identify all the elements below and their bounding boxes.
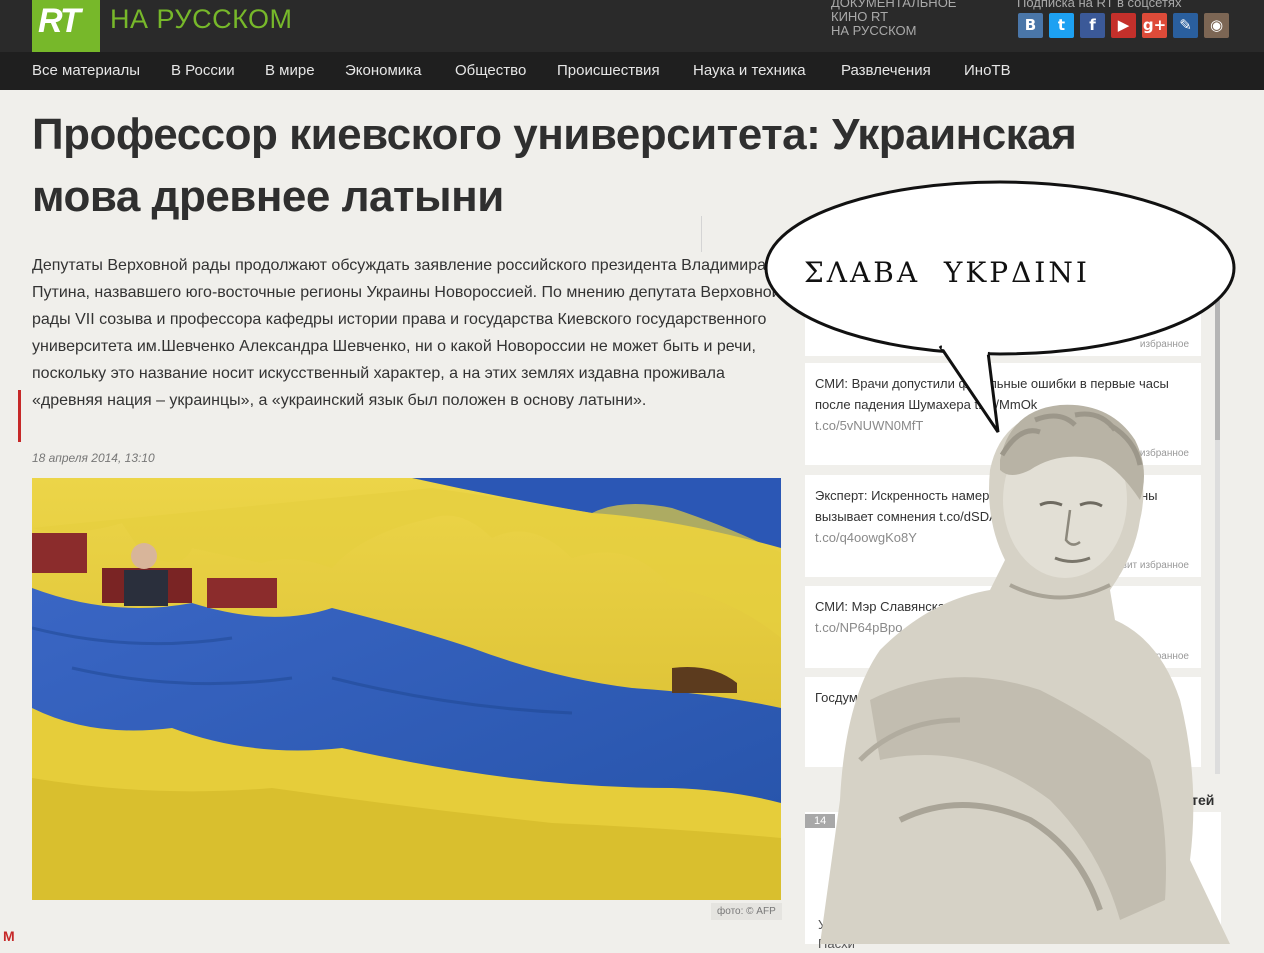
meme-overlay <box>764 180 1236 944</box>
speech-bubble <box>764 180 1236 433</box>
caesar-statue <box>820 404 1230 944</box>
speech-text: ΣΛΑΒΑ ΥΚΡΔΙΝΙ <box>804 256 1090 289</box>
